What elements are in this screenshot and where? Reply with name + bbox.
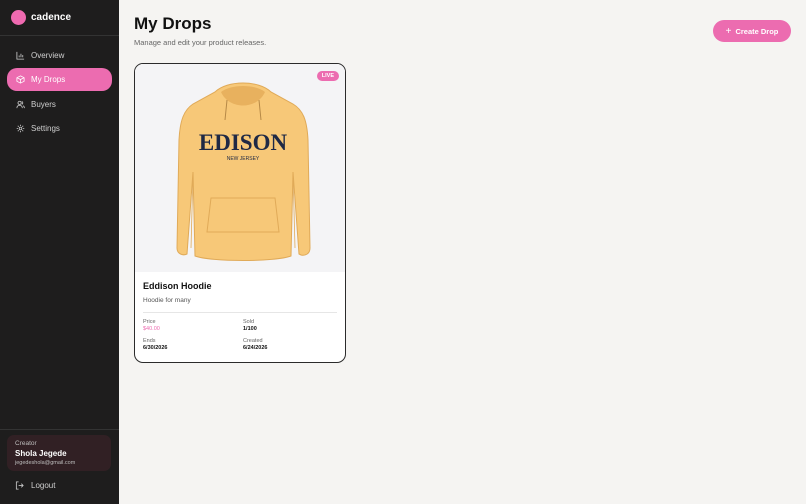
drop-image: LIVE EDISON NEW JERSEY [135, 64, 345, 272]
drop-stats: Price $40.00 Sold 1/100 Ends 6/30/2026 C… [143, 319, 337, 351]
hoodie-print-text: EDISON [199, 130, 288, 155]
sidebar-divider [0, 429, 119, 430]
sidebar-nav: Overview My Drops Buyers Settings [0, 36, 119, 140]
status-badge: LIVE [316, 71, 339, 81]
stat-label: Price [143, 319, 156, 325]
stat-value: 6/30/2026 [143, 345, 168, 351]
sidebar-item-label: Buyers [31, 100, 56, 110]
creator-name: Shola Jegede [15, 449, 67, 458]
sidebar-item-label: Overview [31, 50, 65, 60]
create-drop-button[interactable]: + Create Drop [713, 20, 791, 42]
stat-label: Sold [243, 319, 255, 325]
stat-value: 6/24/2026 [243, 345, 268, 351]
logout-icon [15, 481, 24, 490]
brand-name: cadence [31, 12, 72, 23]
sidebar: cadence Overview My Drops Buyers Setting… [0, 0, 119, 504]
chart-icon [15, 50, 25, 60]
plus-icon: + [725, 25, 732, 37]
brand-logo [11, 10, 26, 25]
page-subtitle: Manage and edit your product releases. [134, 38, 267, 47]
drop-title: Eddison Hoodie [143, 281, 212, 291]
card-divider [143, 312, 337, 313]
stat-price: Price $40.00 [143, 319, 243, 332]
brand[interactable]: cadence [0, 0, 119, 36]
users-icon [15, 100, 25, 110]
main-content: My Drops Manage and edit your product re… [119, 0, 806, 504]
sidebar-item-buyers[interactable]: Buyers [7, 94, 112, 116]
creator-card[interactable]: Creator Shola Jegede jegedeshola@gmail.c… [7, 435, 111, 471]
sidebar-item-overview[interactable]: Overview [7, 44, 112, 66]
hoodie-print-subtext: NEW JERSEY [227, 156, 260, 162]
stat-value: $40.00 [143, 326, 160, 332]
stat-sold: Sold 1/100 [243, 319, 333, 332]
drop-card-body: Eddison Hoodie Hoodie for many Price $40… [135, 272, 345, 351]
page-title: My Drops [134, 14, 212, 33]
sidebar-item-settings[interactable]: Settings [7, 118, 112, 140]
sidebar-item-label: My Drops [31, 75, 66, 85]
drop-card[interactable]: LIVE EDISON NEW JERSEY Eddison Hoodie Ho… [134, 63, 346, 363]
logout-button[interactable]: Logout [15, 481, 55, 490]
creator-role: Creator [15, 440, 37, 447]
stat-label: Created [243, 338, 263, 344]
creator-email: jegedeshola@gmail.com [15, 460, 76, 466]
stat-value: 1/100 [243, 326, 257, 332]
hoodie-image: EDISON NEW JERSEY [176, 82, 311, 261]
create-drop-label: Create Drop [735, 26, 779, 36]
gear-icon [15, 124, 25, 134]
stat-ends: Ends 6/30/2026 [143, 338, 243, 351]
sidebar-item-my-drops[interactable]: My Drops [7, 68, 112, 92]
logout-label: Logout [31, 481, 56, 490]
drop-description: Hoodie for many [143, 297, 191, 304]
package-icon [15, 75, 25, 85]
stat-label: Ends [143, 338, 156, 344]
stat-created: Created 6/24/2026 [243, 338, 333, 351]
sidebar-item-label: Settings [31, 124, 60, 134]
